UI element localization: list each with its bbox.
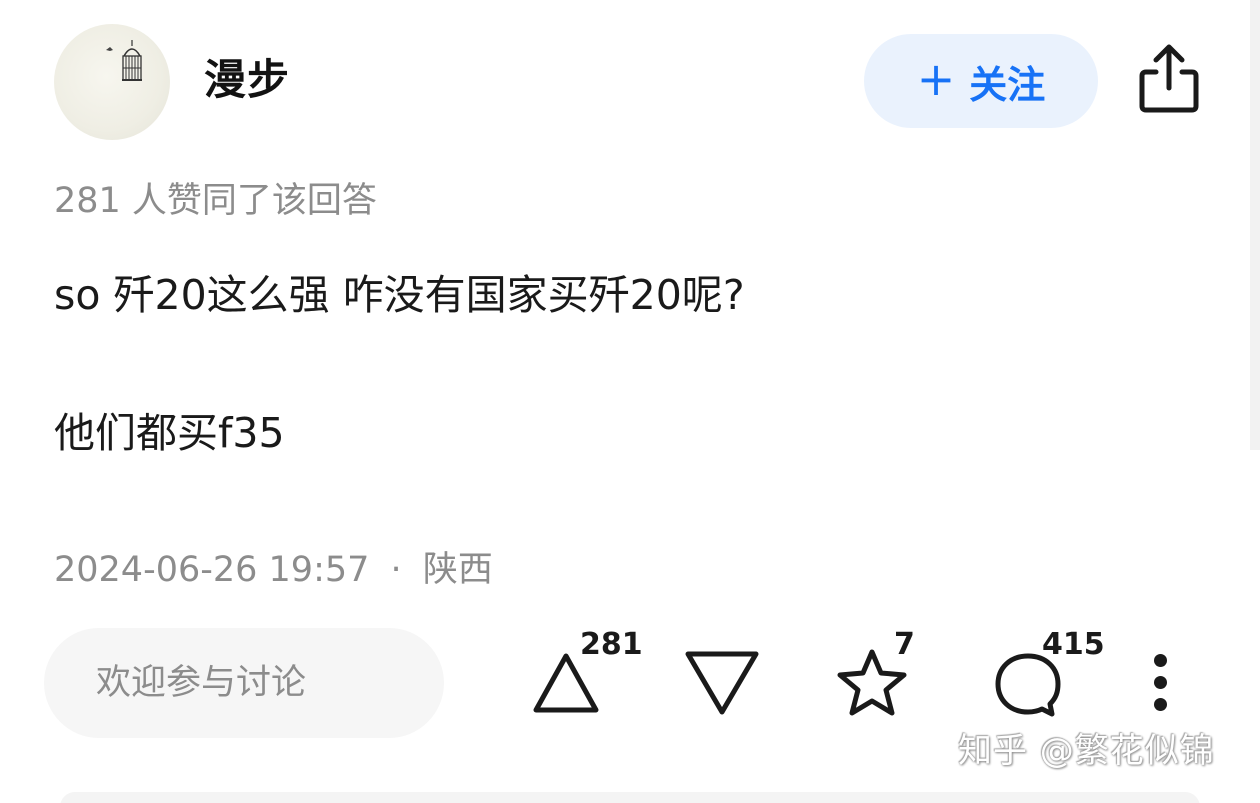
post-datetime: 2024-06-26 19:57 <box>54 550 370 590</box>
bottom-bar <box>60 792 1200 803</box>
answer-header: 漫步 + 关注 <box>0 0 1260 160</box>
downvote-button[interactable] <box>682 640 762 724</box>
scroll-edge <box>1250 0 1260 450</box>
answer-meta: 2024-06-26 19:57 · 陕西 <box>54 546 493 594</box>
post-location: 陕西 <box>422 550 493 590</box>
more-options-button[interactable] <box>1146 652 1176 716</box>
follow-button[interactable]: + 关注 <box>864 34 1098 128</box>
downvote-triangle-icon <box>685 651 759 715</box>
upvote-button[interactable]: 281 <box>526 628 646 724</box>
share-button[interactable] <box>1134 40 1204 116</box>
comment-input[interactable]: 欢迎参与讨论 <box>44 628 444 738</box>
meta-separator: · <box>390 550 402 590</box>
comment-count: 415 <box>1042 627 1105 662</box>
dot-icon <box>1154 654 1167 667</box>
author-name[interactable]: 漫步 <box>204 52 290 108</box>
follow-label: 关注 <box>969 62 1046 107</box>
share-icon <box>1139 44 1199 113</box>
dot-icon <box>1154 698 1167 711</box>
birdcage-icon <box>106 40 142 81</box>
answer-content-line: so 歼20这么强 咋没有国家买歼20呢? <box>54 271 745 319</box>
comments-button[interactable]: 415 <box>990 628 1110 724</box>
avatar[interactable] <box>54 24 170 140</box>
watermark: 知乎 @繁花似锦 <box>958 731 1215 771</box>
favorite-button[interactable]: 7 <box>834 628 924 724</box>
answer-content-line: 他们都买f35 <box>54 409 285 457</box>
agree-count-text: 281 人赞同了该回答 <box>54 181 377 221</box>
dot-icon <box>1154 676 1167 689</box>
plus-icon: + <box>916 52 956 106</box>
upvote-count: 281 <box>580 627 643 662</box>
favorite-count: 7 <box>894 627 915 662</box>
